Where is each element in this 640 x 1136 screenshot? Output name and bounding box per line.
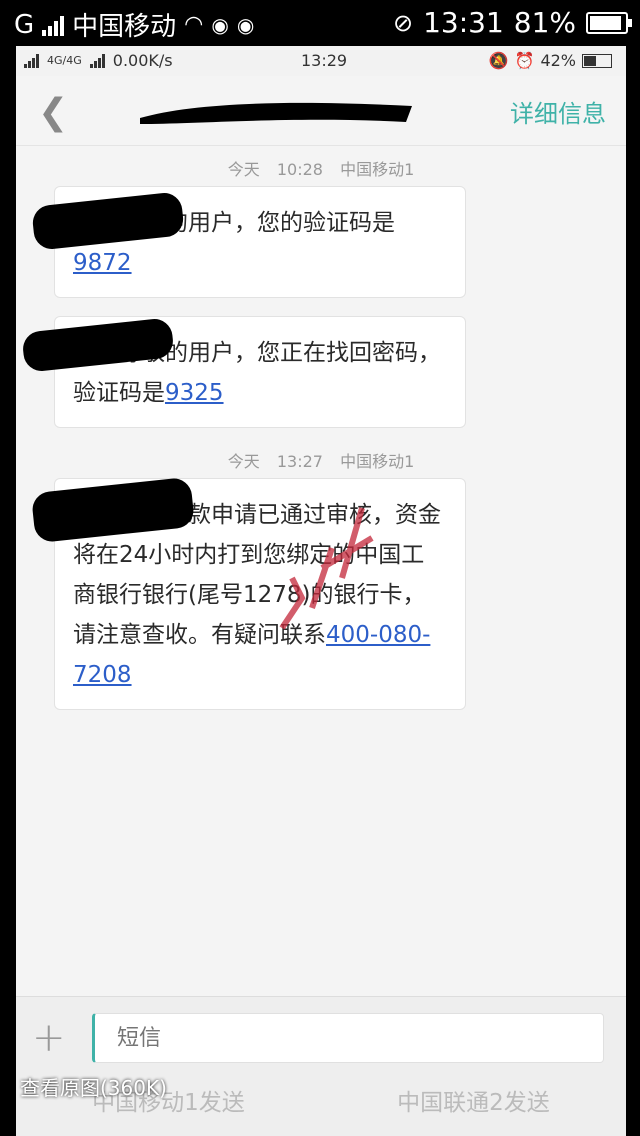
detail-info-button[interactable]: 详细信息 — [510, 94, 606, 129]
composer-bar: + 中国移动1发送 中国联通2发送 — [16, 996, 626, 1136]
battery-percent: 81% — [513, 6, 576, 39]
outer-status-bar: G 中国移动 ◠ ◉ ◉ ⊘ 13:31 81% — [0, 0, 640, 46]
mute-icon: ⊘ — [392, 8, 414, 37]
network-speed: 0.00K/s — [112, 51, 173, 70]
message-bubble[interactable]: 【】您的借款申请已通过审核，资金将在24小时内打到您绑定的中国工商银行银行(尾号… — [30, 476, 466, 710]
signal-icon — [24, 53, 39, 68]
phone-screen: 4G/4G 0.00K/s 13:29 🔕 ⏰ 42% ❮ 详细信息 今天 10… — [16, 46, 626, 1136]
view-original-link[interactable]: 查看原图(360K) — [20, 1072, 167, 1101]
inner-status-bar: 4G/4G 0.00K/s 13:29 🔕 ⏰ 42% — [16, 46, 626, 76]
plus-icon[interactable]: + — [32, 1015, 66, 1061]
alarm-bell-icon: 🔕 — [488, 51, 509, 70]
network-type: G — [14, 9, 35, 40]
redaction-mark — [31, 191, 185, 251]
sms-input[interactable] — [92, 1013, 604, 1063]
wifi-icon: ◠ — [184, 12, 204, 37]
status-time: 13:31 — [423, 6, 504, 39]
message-bubble[interactable]: 【】尊敬的用户，您的验证码是9872 — [31, 186, 466, 298]
chevron-left-icon[interactable]: ❮ — [38, 92, 68, 133]
clock-icon: ⏰ — [514, 51, 535, 70]
signal-icon — [89, 53, 105, 68]
weibo-icon: ◉ — [211, 12, 229, 37]
conversation-header: ❮ 详细信息 — [16, 76, 626, 146]
message-list: 今天 10:28 中国移动1 【】尊敬的用户，您的验证码是9872 【】尊敬的用… — [16, 146, 626, 710]
time-separator: 今天 13:27 中国移动1 — [227, 452, 415, 471]
battery-icon — [586, 11, 632, 34]
redaction-mark — [30, 476, 196, 544]
verification-code-link[interactable]: 9325 — [165, 380, 224, 406]
sender-name-redacted — [140, 102, 412, 124]
battery-icon — [582, 53, 612, 68]
time-separator: 今天 10:28 中国移动1 — [227, 160, 415, 179]
signal-icon — [42, 14, 65, 36]
message-bubble[interactable]: 【】尊敬的用户，您正在找回密码，验证码是9325 — [21, 316, 466, 428]
weibo-icon: ◉ — [236, 12, 255, 37]
inner-battery-percent: 42% — [540, 51, 576, 70]
network-label: 4G/4G — [47, 54, 82, 67]
inner-time: 13:29 — [301, 51, 348, 70]
send-sim2-button[interactable]: 中国联通2发送 — [321, 1083, 626, 1123]
verification-code-link[interactable]: 9872 — [73, 250, 132, 276]
carrier-name: 中国移动 — [72, 12, 177, 42]
